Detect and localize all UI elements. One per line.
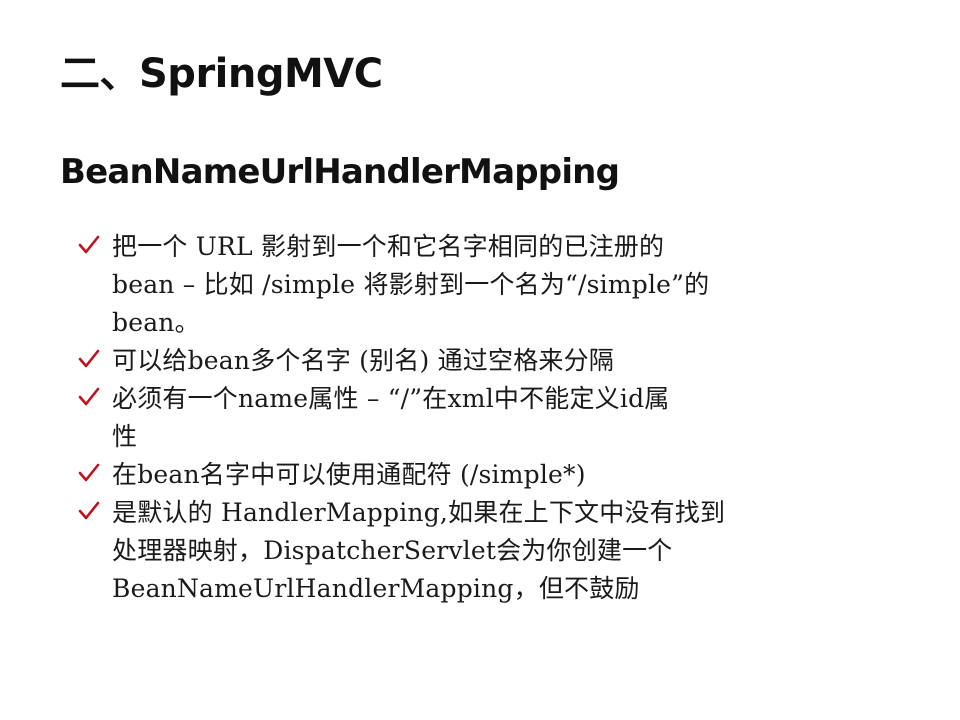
bullet-line: bean – 比如 /simple 将影射到一个名为“/simple”的 [112,270,710,299]
bullet-list: 把一个 URL 影射到一个和它名字相同的已注册的 bean – 比如 /simp… [76,228,876,608]
bullet-line: 是默认的 HandlerMapping,如果在上下文中没有找到 [112,498,726,527]
bullet-item: 必须有一个name属性 – “/”在xml中不能定义id属 性 [76,380,876,456]
bullet-line: 处理器映射，DispatcherServlet会为你创建一个 [112,536,673,565]
slide-subtitle: BeanNameUrlHandlerMapping [60,152,620,192]
bullet-line: 在bean名字中可以使用通配符 (/simple*) [112,460,586,489]
bullet-item: 可以给bean多个名字 (别名) 通过空格来分隔 [76,342,876,380]
checkmark-icon [78,349,100,368]
bullet-item: 在bean名字中可以使用通配符 (/simple*) [76,456,876,494]
bullet-line: BeanNameUrlHandlerMapping，但不鼓励 [112,574,640,603]
bullet-line: 把一个 URL 影射到一个和它名字相同的已注册的 [112,232,665,261]
checkmark-icon [78,501,100,520]
slide-title: 二、SpringMVC [60,51,383,97]
checkmark-icon [78,235,100,254]
bullet-line: bean。 [112,308,200,337]
bullet-item: 是默认的 HandlerMapping,如果在上下文中没有找到 处理器映射，Di… [76,494,876,608]
checkmark-icon [78,463,100,482]
bullet-line: 必须有一个name属性 – “/”在xml中不能定义id属 [112,384,670,413]
slide: 二、SpringMVC BeanNameUrlHandlerMapping 把一… [0,0,960,720]
bullet-line: 可以给bean多个名字 (别名) 通过空格来分隔 [112,346,615,375]
bullet-line: 性 [112,422,138,451]
bullet-item: 把一个 URL 影射到一个和它名字相同的已注册的 bean – 比如 /simp… [76,228,876,342]
checkmark-icon [78,387,100,406]
